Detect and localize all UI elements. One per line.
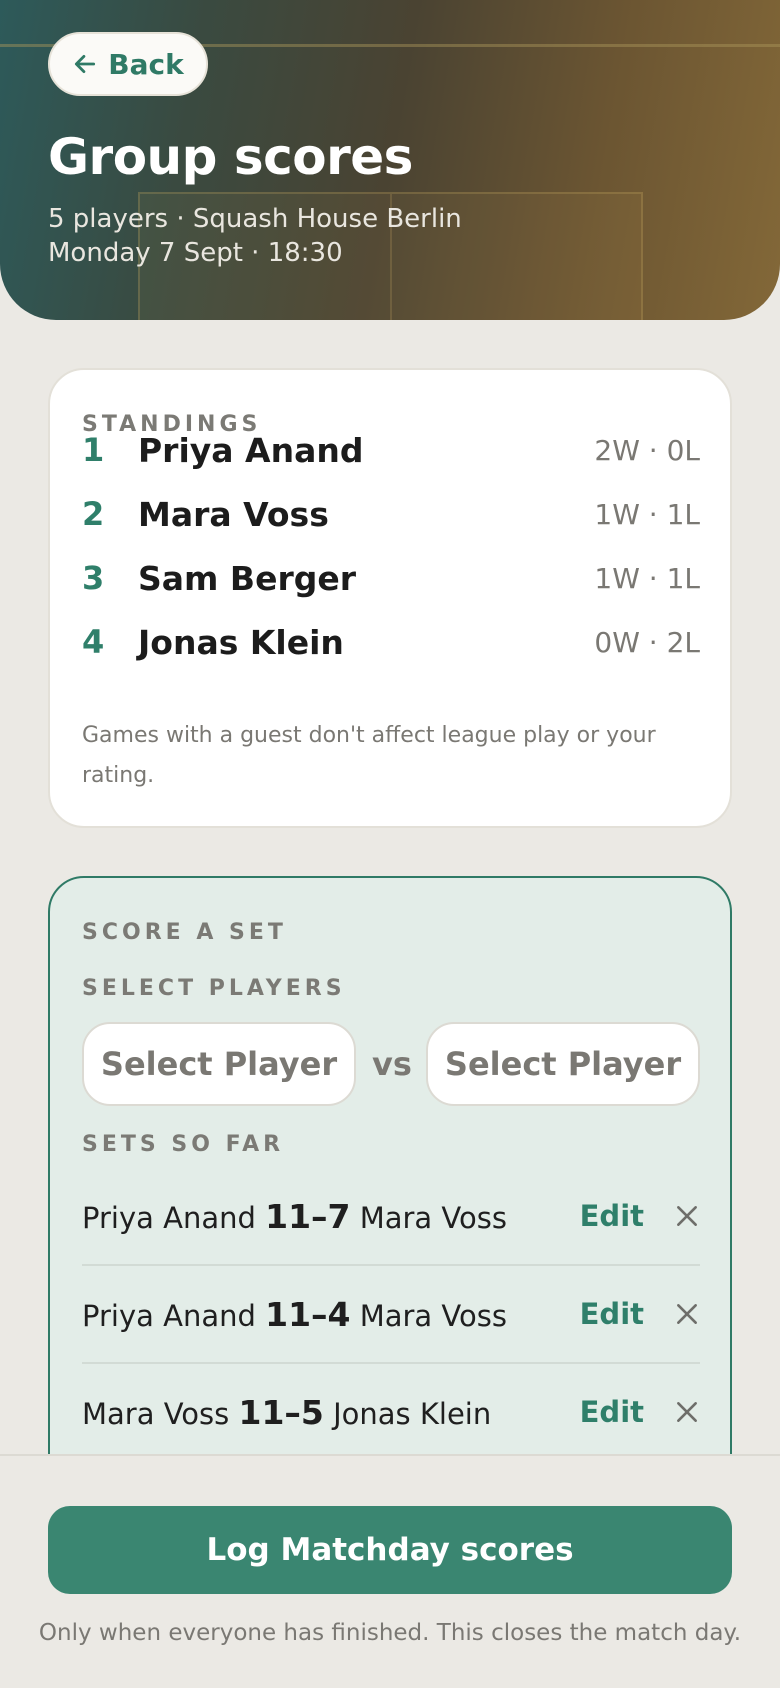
standings-row: 2 Mara Voss 1W · 1L xyxy=(82,489,700,539)
standings-record: 1W · 1L xyxy=(594,497,700,531)
set-row: Priya Anand 11–7 Mara Voss Edit xyxy=(82,1168,700,1266)
header-hero: Back Group scores 5 players · Squash Hou… xyxy=(0,0,780,320)
score-set-card: SCORE A SET SELECT PLAYERS Select Player… xyxy=(48,876,732,1516)
set-description: Priya Anand 11–7 Mara Voss xyxy=(82,1197,580,1236)
page-title: Group scores xyxy=(48,128,413,186)
set-score: 11–4 xyxy=(265,1294,351,1334)
set-player-two: Mara Voss xyxy=(359,1200,507,1235)
set-player-one: Priya Anand xyxy=(82,1200,256,1235)
versus-label: vs xyxy=(372,1045,412,1083)
set-edit-button[interactable]: Edit xyxy=(580,1199,644,1233)
score-set-heading: SCORE A SET xyxy=(82,920,287,945)
standings-rank: 4 xyxy=(82,623,105,661)
set-row: Priya Anand 11–4 Mara Voss Edit xyxy=(82,1266,700,1364)
back-button-label: Back xyxy=(108,47,184,81)
arrow-left-icon xyxy=(75,55,96,73)
set-description: Mara Voss 11–5 Jonas Klein xyxy=(82,1393,580,1432)
page-subtitle-location: 5 players · Squash House Berlin xyxy=(48,204,462,234)
set-edit-button[interactable]: Edit xyxy=(580,1395,644,1429)
standings-card: STANDINGS 1 Priya Anand 2W · 0L 2 Mara V… xyxy=(48,368,732,828)
set-row: Mara Voss 11–5 Jonas Klein Edit xyxy=(82,1364,700,1462)
standings-rank: 1 xyxy=(82,431,105,469)
sets-so-far-heading: SETS SO FAR xyxy=(82,1132,285,1157)
set-player-one: Mara Voss xyxy=(82,1396,230,1431)
log-help-text: Only when everyone has finished. This cl… xyxy=(38,1620,742,1646)
page: Back Group scores 5 players · Squash Hou… xyxy=(0,0,780,1688)
select-players-heading: SELECT PLAYERS xyxy=(82,976,346,1001)
standings-record: 1W · 1L xyxy=(594,561,700,595)
back-button[interactable]: Back xyxy=(48,32,208,96)
close-icon[interactable] xyxy=(674,1399,700,1425)
set-player-one: Priya Anand xyxy=(82,1298,256,1333)
player-one-select[interactable]: Select Player xyxy=(82,1022,356,1106)
standings-record: 0W · 2L xyxy=(594,625,700,659)
standings-player-name: Jonas Klein xyxy=(138,622,344,662)
player-two-select[interactable]: Select Player xyxy=(426,1022,700,1106)
set-player-two: Mara Voss xyxy=(359,1298,507,1333)
close-icon[interactable] xyxy=(674,1301,700,1327)
standings-row: 1 Priya Anand 2W · 0L xyxy=(82,425,700,475)
bottom-action-bar: Log Matchday scores Only when everyone h… xyxy=(0,1454,780,1688)
set-player-two: Jonas Klein xyxy=(333,1396,492,1431)
standings-record: 2W · 0L xyxy=(594,433,700,467)
standings-player-name: Sam Berger xyxy=(138,558,356,598)
standings-note: Games with a guest don't affect league p… xyxy=(82,723,656,788)
log-matchday-scores-button[interactable]: Log Matchday scores xyxy=(48,1506,732,1594)
set-edit-button[interactable]: Edit xyxy=(580,1297,644,1331)
standings-row: 4 Jonas Klein 0W · 2L xyxy=(82,617,700,667)
set-score: 11–5 xyxy=(238,1392,324,1432)
standings-row: 3 Sam Berger 1W · 1L xyxy=(82,553,700,603)
page-subtitle-datetime: Monday 7 Sept · 18:30 xyxy=(48,238,343,268)
standings-rank: 3 xyxy=(82,559,105,597)
close-icon[interactable] xyxy=(674,1203,700,1229)
standings-player-name: Mara Voss xyxy=(138,494,329,534)
set-score: 11–7 xyxy=(265,1196,351,1236)
standings-player-name: Priya Anand xyxy=(138,430,364,470)
set-description: Priya Anand 11–4 Mara Voss xyxy=(82,1295,580,1334)
standings-rank: 2 xyxy=(82,495,105,533)
